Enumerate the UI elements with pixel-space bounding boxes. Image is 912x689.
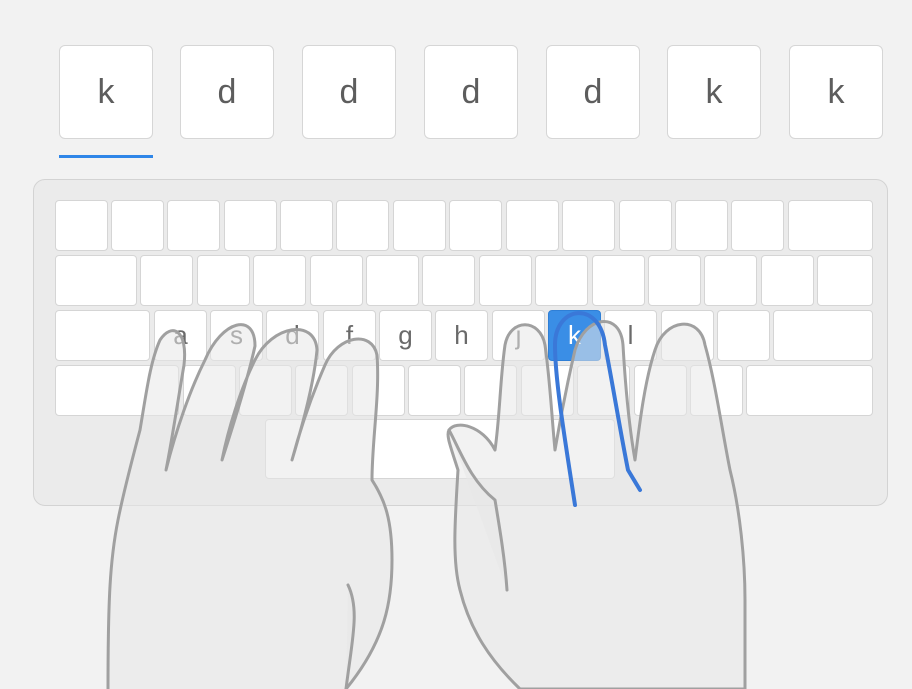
key[interactable] [675, 200, 728, 251]
keyboard: a s d f g h j k l [33, 179, 888, 506]
sequence-tile-6[interactable]: k [667, 45, 761, 139]
key-d[interactable]: d [266, 310, 319, 361]
key[interactable] [295, 365, 348, 416]
key[interactable] [592, 255, 645, 306]
key[interactable] [634, 365, 687, 416]
key[interactable] [577, 365, 630, 416]
sequence-tile-2[interactable]: d [180, 45, 274, 139]
key[interactable] [393, 200, 446, 251]
key[interactable] [197, 255, 250, 306]
key[interactable] [704, 255, 757, 306]
letter-sequence: k d d d d k k [0, 45, 912, 165]
key-s[interactable]: s [210, 310, 263, 361]
key[interactable] [817, 255, 873, 306]
key[interactable] [464, 365, 517, 416]
key[interactable] [280, 200, 333, 251]
key-k-active[interactable]: k [548, 310, 601, 361]
right-shift-key[interactable] [746, 365, 873, 416]
sequence-tile-7[interactable]: k [789, 45, 883, 139]
key-j[interactable]: j [492, 310, 545, 361]
current-letter-indicator [59, 155, 153, 158]
key[interactable] [521, 365, 574, 416]
key[interactable] [506, 200, 559, 251]
key[interactable] [239, 365, 292, 416]
left-shift-key[interactable] [55, 365, 179, 416]
key[interactable] [55, 200, 108, 251]
left-thumb [344, 583, 356, 689]
key[interactable] [183, 365, 236, 416]
sequence-tile-4[interactable]: d [424, 45, 518, 139]
sequence-tile-5[interactable]: d [546, 45, 640, 139]
tab-key[interactable] [55, 255, 137, 306]
key[interactable] [352, 365, 405, 416]
key[interactable] [140, 255, 193, 306]
space-bar[interactable] [265, 419, 615, 479]
key[interactable] [224, 200, 277, 251]
key[interactable] [167, 200, 220, 251]
key[interactable] [479, 255, 532, 306]
key[interactable] [336, 200, 389, 251]
caps-lock-key[interactable] [55, 310, 150, 361]
key[interactable] [449, 200, 502, 251]
key[interactable] [111, 200, 164, 251]
key[interactable] [366, 255, 419, 306]
key[interactable] [253, 255, 306, 306]
key-g[interactable]: g [379, 310, 432, 361]
key[interactable] [619, 200, 672, 251]
key[interactable] [690, 365, 743, 416]
key-l[interactable]: l [604, 310, 657, 361]
key[interactable] [731, 200, 784, 251]
key[interactable] [422, 255, 475, 306]
enter-key[interactable] [773, 310, 873, 361]
key-h[interactable]: h [435, 310, 488, 361]
key-a[interactable]: a [154, 310, 207, 361]
sequence-tile-3[interactable]: d [302, 45, 396, 139]
key-f[interactable]: f [323, 310, 376, 361]
key[interactable] [535, 255, 588, 306]
backspace-key[interactable] [788, 200, 873, 251]
key[interactable] [562, 200, 615, 251]
key[interactable] [310, 255, 363, 306]
key[interactable] [408, 365, 461, 416]
key[interactable] [761, 255, 814, 306]
key[interactable] [648, 255, 701, 306]
key[interactable] [661, 310, 714, 361]
key[interactable] [717, 310, 770, 361]
sequence-tile-1[interactable]: k [59, 45, 153, 139]
